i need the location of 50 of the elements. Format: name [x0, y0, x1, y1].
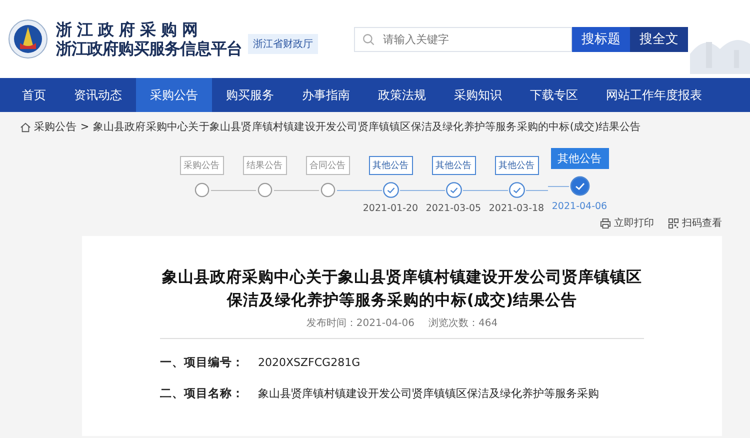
nav-tab[interactable]: 办事指南 [288, 78, 364, 112]
article-title: 象山县政府采购中心关于象山县贤庠镇村镇建设开发公司贤庠镇镇区保洁及绿化养护等服务采购的中标(成交)结果公告 [161, 267, 643, 311]
search-field[interactable]: 请输入关键字 [354, 26, 572, 52]
step-label[interactable]: 其他公告 [432, 156, 476, 175]
step-date: 2021-03-18 [488, 203, 544, 214]
breadcrumb-separator: > [80, 121, 89, 133]
nav-tab[interactable]: 政策法规 [364, 78, 440, 112]
breadcrumb-current: 象山县政府采购中心关于象山县贤庠镇村镇建设开发公司贤庠镇镇区保洁及绿化养护等服务采购的中标(成交)结果公告 [92, 120, 641, 134]
nav-tab[interactable]: 下载专区 [516, 78, 592, 112]
nav-tab[interactable]: 首页 [8, 78, 60, 112]
step-circle-icon [318, 181, 336, 199]
field-label: 一、项目编号： [160, 355, 244, 369]
home-icon [20, 122, 31, 132]
field-value: 象山县贤庠镇村镇建设开发公司贤庠镇镇区保洁及绿化养护等服务采购 [258, 387, 599, 400]
step-label[interactable]: 合同公告 [306, 156, 350, 175]
print-link[interactable]: 立即打印 [600, 216, 654, 230]
publish-date: 发布时间：2021-04-06 [306, 316, 415, 330]
check-circle-icon [568, 175, 590, 197]
step-circle-icon [256, 181, 274, 199]
check-circle-icon [508, 181, 526, 199]
qr-code-link[interactable]: 扫码查看 [668, 216, 722, 230]
search-icon [362, 32, 375, 46]
step-label[interactable]: 采购公告 [180, 156, 224, 175]
printer-icon [600, 218, 611, 228]
step-label[interactable]: 其他公告 [494, 156, 538, 175]
site-title: 浙江政府采购网 [56, 20, 204, 38]
field-label: 二、项目名称： [160, 386, 244, 400]
step-label[interactable]: 结果公告 [242, 156, 286, 175]
breadcrumb-link[interactable]: 采购公告 [34, 120, 76, 134]
nav-tab[interactable]: 购买服务 [212, 78, 288, 112]
nav-tab[interactable]: 采购知识 [440, 78, 516, 112]
nav-tab[interactable]: 网站工作年度报表 [592, 78, 716, 112]
step-label[interactable]: 其他公告 [368, 156, 412, 175]
step-date: 2021-04-06 [552, 201, 608, 212]
department-tag: 浙江省财政厅 [248, 34, 318, 54]
field-value: 2020XSZFCG281G [258, 356, 360, 369]
step-label[interactable]: 其他公告 [550, 148, 608, 169]
site-subtitle: 浙江政府购买服务信息平台 [56, 38, 242, 58]
step-date: 2021-03-05 [426, 203, 482, 214]
nav-tab[interactable]: 采购公告 [136, 78, 212, 112]
search-button[interactable]: 搜全文 [630, 26, 688, 52]
check-circle-icon [382, 181, 400, 199]
view-count: 浏览次数：464 [428, 316, 498, 330]
nav-tab[interactable]: 资讯动态 [60, 78, 136, 112]
check-circle-icon [444, 181, 462, 199]
step-date: 2021-01-20 [362, 203, 418, 214]
qr-code-icon [668, 218, 679, 228]
search-button[interactable]: 搜标题 [572, 26, 630, 52]
step-circle-icon [192, 181, 210, 199]
emblem-logo [8, 19, 48, 59]
